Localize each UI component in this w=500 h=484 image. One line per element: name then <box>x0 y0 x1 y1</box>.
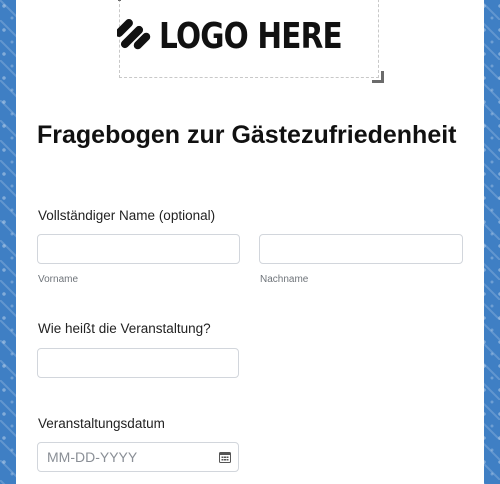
event-name-label: Wie heißt die Veranstaltung? <box>38 321 211 336</box>
first-name-input[interactable] <box>37 234 240 264</box>
resize-handle-top-left[interactable] <box>118 0 124 1</box>
logo-text: LOGO HERE <box>158 15 343 57</box>
logo: LOGO HERE <box>116 15 382 57</box>
full-name-label: Vollständiger Name (optional) <box>38 208 216 223</box>
event-date-input[interactable] <box>37 442 239 472</box>
logo-upload-area[interactable]: LOGO HERE <box>116 0 384 83</box>
event-name-input[interactable] <box>37 348 239 378</box>
form-card: LOGO HERE Fragebogen zur Gästezufriedenh… <box>16 0 484 484</box>
last-name-sublabel: Nachname <box>260 274 309 285</box>
calendar-icon[interactable] <box>219 451 231 463</box>
event-date-label: Veranstaltungsdatum <box>38 416 165 431</box>
form-title: Fragebogen zur Gästezufriedenheit <box>37 121 457 149</box>
resize-handle-bottom-right[interactable] <box>372 71 384 83</box>
last-name-input[interactable] <box>259 234 463 264</box>
first-name-sublabel: Vorname <box>38 274 79 285</box>
logo-placeholder-icon <box>116 19 150 50</box>
